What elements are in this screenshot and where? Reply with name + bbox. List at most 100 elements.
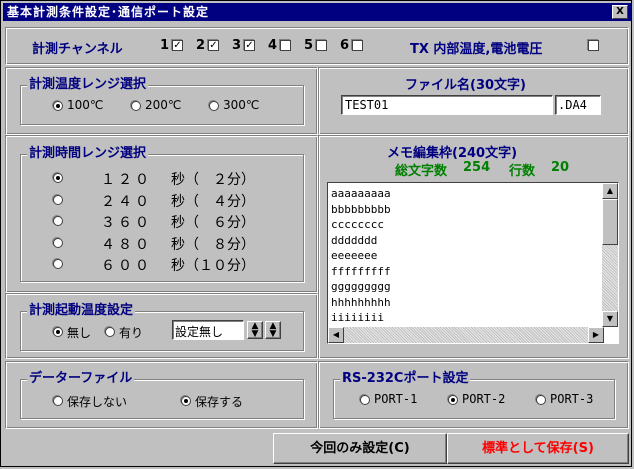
port-group: RS-232Cポート設定 PORT-1 PORT-2 PORT-3 bbox=[333, 371, 615, 419]
time-range-seconds-0: １２０ bbox=[101, 172, 152, 188]
channel-checkbox-1[interactable]: ✓ bbox=[172, 40, 183, 51]
port-option-2: PORT-3 bbox=[550, 392, 594, 406]
temp-range-radio-0[interactable] bbox=[53, 101, 63, 111]
file-ext-field[interactable]: .DA4 bbox=[555, 95, 601, 115]
data-file-group: データーファイル 保存しない 保存する bbox=[20, 371, 304, 419]
file-panel: ファイル名(30文字) TEST01 .DA4 bbox=[318, 67, 629, 135]
scroll-up-icon[interactable]: ▲ bbox=[602, 183, 618, 199]
memo-total-label: 総文字数 bbox=[395, 164, 448, 179]
temp-range-group: 計測温度レンジ選択 100℃ 200℃ 300℃ bbox=[20, 77, 304, 125]
memo-vertical-scrollbar[interactable]: ▲ ▼ bbox=[602, 183, 618, 327]
spin-down-button[interactable]: ▲ ▼ bbox=[265, 321, 281, 339]
channel-checkbox-6[interactable] bbox=[352, 40, 363, 51]
temp-range-option-0: 100℃ bbox=[67, 98, 104, 112]
time-range-unit-4: 秒 bbox=[171, 258, 185, 274]
save-default-button[interactable]: 標準として保存(S) bbox=[447, 433, 629, 464]
start-temp-option-0: 無し bbox=[67, 326, 92, 340]
time-range-panel: 計測時間レンジ選択 １２０ 秒（ ２分） ２４０ 秒（ ４分） ３６０ 秒（ ６分） ４８０… bbox=[5, 135, 318, 293]
dialog-window: 基本計測条件設定･通信ポート設定 X 計測チャンネル 1 ✓ 2 ✓ 3 ✓ 4 5 6 TX … bbox=[0, 0, 632, 467]
port-radio-2[interactable] bbox=[536, 395, 546, 405]
memo-line: cccccccc bbox=[331, 218, 384, 231]
time-range-unit-3: 秒 bbox=[171, 236, 185, 253]
start-temp-legend: 計測起動温度設定 bbox=[27, 303, 136, 319]
time-range-minutes-3: （ ８分） bbox=[185, 236, 255, 253]
time-range-seconds-3: ４８０ bbox=[101, 236, 152, 253]
channel-checkbox-4[interactable] bbox=[280, 40, 291, 51]
temp-range-radio-1[interactable] bbox=[131, 101, 141, 111]
port-option-0: PORT-1 bbox=[374, 392, 418, 406]
channel-label: 計測チャンネル bbox=[32, 42, 123, 57]
set-once-button[interactable]: 今回のみ設定(C) bbox=[273, 433, 447, 464]
data-file-option-1: 保存する bbox=[195, 395, 244, 409]
time-range-minutes-0: （ ２分） bbox=[185, 172, 255, 188]
channel-number-1: 1 bbox=[160, 38, 170, 53]
channel-number-6: 6 bbox=[340, 38, 350, 53]
channel-number-5: 5 bbox=[304, 38, 314, 53]
tx-label: TX 内部温度,電池電圧 bbox=[410, 42, 543, 57]
file-name-label: ファイル名(30文字) bbox=[405, 78, 526, 93]
memo-line: eeeeeee bbox=[331, 249, 378, 262]
time-range-radio-3[interactable] bbox=[53, 237, 63, 248]
start-temp-group: 計測起動温度設定 無し 有り 設定無し ▲ ▼ ▲ ▼ bbox=[20, 303, 304, 351]
scroll-right-icon[interactable]: ▶ bbox=[588, 327, 604, 343]
time-range-radio-4[interactable] bbox=[53, 259, 63, 269]
memo-label: メモ編集枠(240文字) bbox=[387, 146, 518, 161]
port-radio-0[interactable] bbox=[360, 395, 370, 405]
scroll-left-icon[interactable]: ◀ bbox=[328, 327, 344, 343]
start-temp-radio-1[interactable] bbox=[105, 327, 115, 337]
start-temp-field[interactable]: 設定無し bbox=[172, 320, 244, 340]
time-range-minutes-4: （１０分） bbox=[185, 258, 255, 274]
channel-checkbox-2[interactable]: ✓ bbox=[208, 40, 219, 51]
time-range-radio-0[interactable] bbox=[53, 173, 63, 183]
channel-number-2: 2 bbox=[196, 38, 206, 53]
memo-line: bbbbbbbbb bbox=[331, 202, 391, 216]
spin-up-button[interactable]: ▲ ▼ bbox=[247, 321, 263, 339]
memo-line: ggggggggg bbox=[331, 280, 391, 293]
time-range-minutes-2: （ ６分） bbox=[185, 215, 255, 231]
port-panel: RS-232Cポート設定 PORT-1 PORT-2 PORT-3 bbox=[318, 361, 629, 429]
time-range-seconds-4: ６００ bbox=[101, 258, 152, 274]
memo-textarea[interactable]: aaaaaaaaa bbbbbbbbb cccccccc ddddddd eeeeeee… bbox=[327, 182, 619, 344]
memo-line: iiiiiiii bbox=[331, 311, 384, 324]
memo-text: aaaaaaaaa bbbbbbbbb cccccccc ddddddd eeeeeee… bbox=[331, 186, 601, 326]
time-range-radio-1[interactable] bbox=[53, 194, 63, 205]
time-range-unit-1: 秒 bbox=[171, 193, 185, 210]
time-range-unit-0: 秒 bbox=[171, 172, 185, 188]
file-name-input[interactable]: TEST01 bbox=[341, 95, 553, 115]
memo-total-value: 254 bbox=[463, 160, 491, 175]
time-range-legend: 計測時間レンジ選択 bbox=[27, 146, 149, 162]
window-title: 基本計測条件設定･通信ポート設定 bbox=[7, 5, 210, 19]
channel-checkbox-5[interactable] bbox=[316, 40, 327, 51]
time-range-seconds-2: ３６０ bbox=[101, 215, 152, 231]
channel-number-3: 3 bbox=[232, 38, 242, 53]
temp-range-legend: 計測温度レンジ選択 bbox=[27, 77, 149, 93]
tx-checkbox[interactable] bbox=[588, 40, 599, 51]
channel-panel: 計測チャンネル 1 ✓ 2 ✓ 3 ✓ 4 5 6 TX 内部温度,電池電圧 bbox=[5, 27, 629, 65]
memo-lines-label: 行数 bbox=[509, 164, 536, 179]
channel-number-4: 4 bbox=[268, 38, 278, 53]
time-range-seconds-1: ２４０ bbox=[101, 193, 152, 210]
channel-checkbox-3[interactable]: ✓ bbox=[244, 40, 255, 51]
data-file-legend: データーファイル bbox=[27, 371, 135, 387]
memo-horizontal-scrollbar[interactable]: ◀ ▶ bbox=[328, 327, 604, 343]
close-button[interactable]: X bbox=[612, 5, 628, 19]
start-temp-panel: 計測起動温度設定 無し 有り 設定無し ▲ ▼ ▲ ▼ bbox=[5, 293, 318, 359]
data-file-radio-1[interactable] bbox=[181, 396, 191, 406]
memo-line: ddddddd bbox=[331, 233, 378, 247]
scroll-thumb[interactable] bbox=[602, 199, 618, 245]
port-radio-1[interactable] bbox=[448, 395, 458, 405]
title-bar[interactable]: 基本計測条件設定･通信ポート設定 X bbox=[3, 3, 631, 21]
temp-range-radio-2[interactable] bbox=[209, 101, 219, 111]
memo-line: fffffffff bbox=[331, 264, 391, 278]
scroll-down-icon[interactable]: ▼ bbox=[602, 311, 618, 327]
data-file-option-0: 保存しない bbox=[67, 395, 128, 409]
memo-line: aaaaaaaaa bbox=[331, 187, 391, 200]
time-range-unit-2: 秒 bbox=[171, 215, 185, 231]
time-range-radio-2[interactable] bbox=[53, 216, 63, 226]
temp-range-option-2: 300℃ bbox=[223, 98, 260, 112]
port-legend: RS-232Cポート設定 bbox=[340, 371, 471, 387]
data-file-radio-0[interactable] bbox=[53, 396, 63, 406]
port-option-1: PORT-2 bbox=[462, 392, 506, 406]
start-temp-radio-0[interactable] bbox=[53, 327, 63, 337]
start-temp-option-1: 有り bbox=[119, 326, 144, 340]
